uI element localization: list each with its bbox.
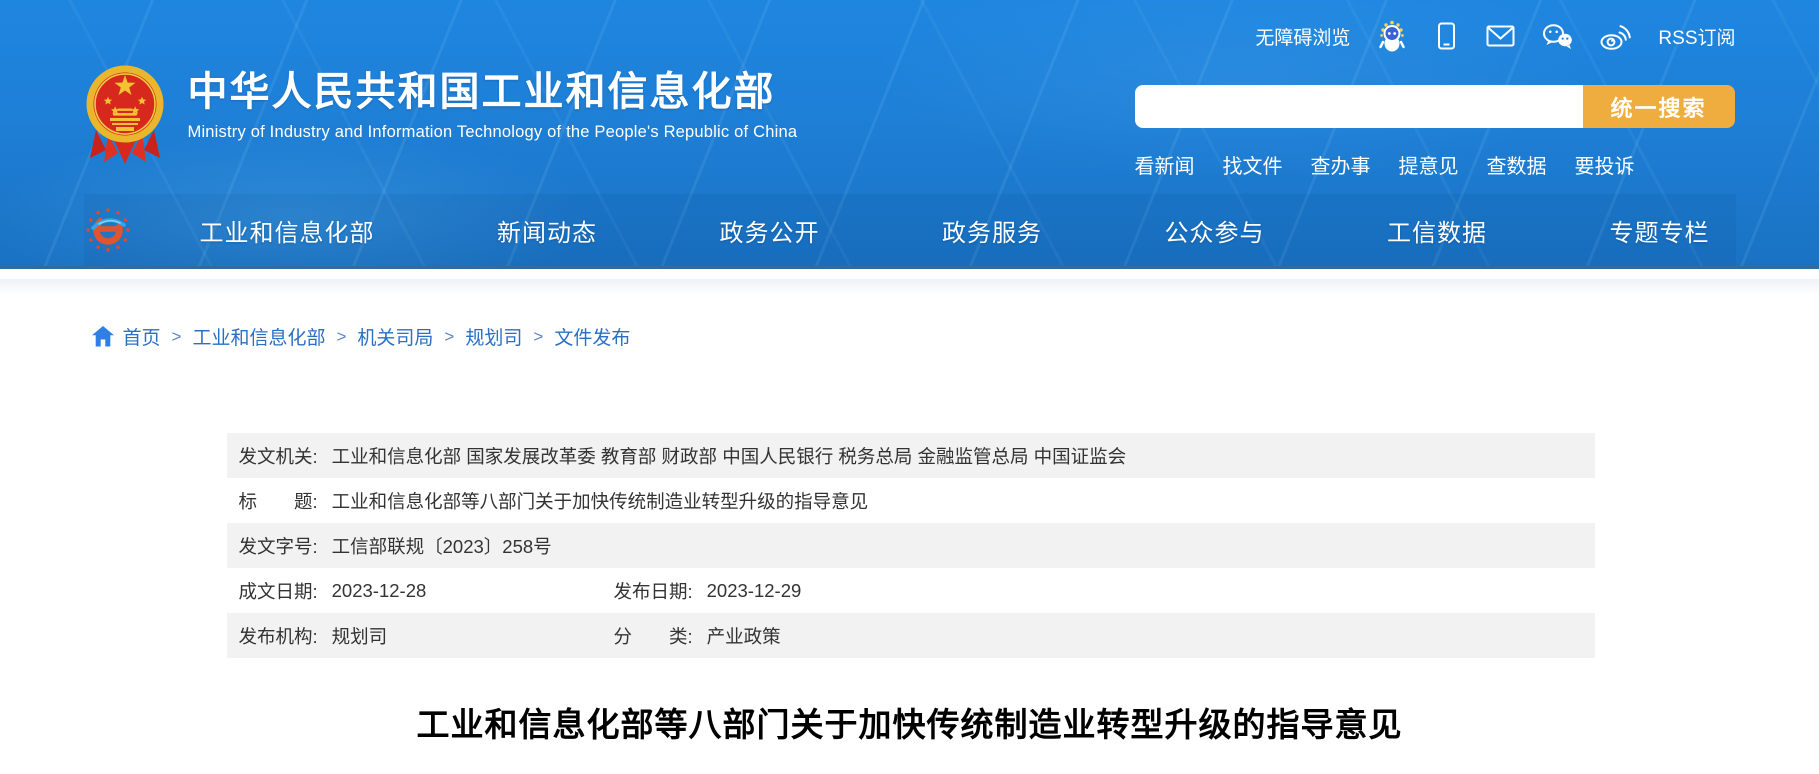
breadcrumb-separator: > [172,327,182,347]
article-title: 工业和信息化部等八部门关于加快传统制造业转型升级的指导意见 [84,698,1736,746]
quick-link-feedback[interactable]: 提意见 [1399,150,1459,179]
miit-gear-logo-icon [85,207,131,258]
nav-item-participation[interactable]: 公众参与 [1165,213,1265,248]
nav-item-topics[interactable]: 专题专栏 [1610,213,1710,248]
quick-link-services[interactable]: 查办事 [1311,150,1371,179]
breadcrumb-current[interactable]: 文件发布 [554,323,630,350]
meta-label: 标 题: [239,488,318,514]
meta-label: 发布机构: [239,623,318,649]
quick-link-complaint[interactable]: 要投诉 [1575,150,1635,179]
quick-links: 看新闻 找文件 查办事 提意见 查数据 要投诉 [1135,150,1635,179]
unified-search-button[interactable]: 统一搜索 [1583,85,1735,128]
robot-assistant-icon[interactable] [1377,20,1407,52]
quick-link-files[interactable]: 找文件 [1223,150,1283,179]
rss-link[interactable]: RSS订阅 [1658,23,1735,50]
accessibility-link[interactable]: 无障碍浏览 [1255,23,1350,50]
nav-item-news[interactable]: 新闻动态 [497,213,597,248]
national-emblem-icon [84,60,166,168]
meta-row-doc-number: 发文字号: 工信部联规〔2023〕258号 [227,523,1595,568]
quick-link-news[interactable]: 看新闻 [1135,150,1195,179]
home-icon [92,326,114,347]
utility-bar: 无障碍浏览 [1255,20,1735,52]
breadcrumb-miit[interactable]: 工业和信息化部 [192,323,325,350]
meta-value: 工信部联规〔2023〕258号 [332,533,552,559]
mail-icon[interactable] [1486,25,1515,47]
breadcrumb-bureaus[interactable]: 机关司局 [357,323,433,350]
breadcrumb-separator: > [336,327,346,347]
nav-item-gov-info[interactable]: 政务公开 [720,213,820,248]
meta-label: 发文字号: [239,533,318,559]
meta-label: 发布日期: [614,578,693,604]
meta-label: 发文机关: [239,443,318,469]
meta-label: 分 类: [614,623,693,649]
search-area: 统一搜索 看新闻 找文件 查办事 提意见 查数据 要投诉 [1135,85,1735,179]
site-subtitle: Ministry of Industry and Information Tec… [188,123,798,142]
site-title: 中华人民共和国工业和信息化部 [188,70,798,114]
header-shadow-strip [0,279,1819,295]
weibo-icon[interactable] [1600,23,1631,50]
meta-row-title: 标 题: 工业和信息化部等八部门关于加快传统制造业转型升级的指导意见 [227,478,1595,523]
meta-value: 工业和信息化部 国家发展改革委 教育部 财政部 中国人民银行 税务总局 金融监管… [332,443,1126,469]
nav-item-data[interactable]: 工信数据 [1387,213,1487,248]
meta-value: 2023-12-29 [707,580,802,602]
wechat-icon[interactable] [1542,23,1573,50]
meta-value: 工业和信息化部等八部门关于加快传统制造业转型升级的指导意见 [332,488,869,514]
meta-value: 产业政策 [707,623,781,649]
meta-value: 规划司 [332,623,388,649]
breadcrumb-planning[interactable]: 规划司 [465,323,522,350]
site-logo: 中华人民共和国工业和信息化部 Ministry of Industry and … [84,60,798,168]
quick-link-data[interactable]: 查数据 [1487,150,1547,179]
breadcrumb: 首页 > 工业和信息化部 > 机关司局 > 规划司 > 文件发布 [84,323,1736,350]
nav-list: 工业和信息化部 新闻动态 政务公开 政务服务 公众参与 工信数据 专题专栏 [200,194,1710,266]
nav-item-miit[interactable]: 工业和信息化部 [200,213,375,248]
main-nav: 工业和信息化部 新闻动态 政务公开 政务服务 公众参与 工信数据 专题专栏 [84,194,1736,266]
document-meta-table: 发文机关: 工业和信息化部 国家发展改革委 教育部 财政部 中国人民银行 税务总… [227,433,1595,658]
meta-row-issuing-org: 发文机关: 工业和信息化部 国家发展改革委 教育部 财政部 中国人民银行 税务总… [227,433,1595,478]
meta-value: 2023-12-28 [332,580,427,602]
breadcrumb-separator: > [533,327,543,347]
nav-item-gov-services[interactable]: 政务服务 [942,213,1042,248]
breadcrumb-home[interactable]: 首页 [123,323,161,350]
meta-label: 成文日期: [239,578,318,604]
site-header: 无障碍浏览 [0,0,1819,269]
meta-row-dates: 成文日期: 2023-12-28 发布日期: 2023-12-29 [227,568,1595,613]
mobile-icon[interactable] [1434,22,1459,51]
search-input[interactable] [1135,85,1583,128]
breadcrumb-separator: > [444,327,454,347]
meta-row-publisher: 发布机构: 规划司 分 类: 产业政策 [227,613,1595,658]
